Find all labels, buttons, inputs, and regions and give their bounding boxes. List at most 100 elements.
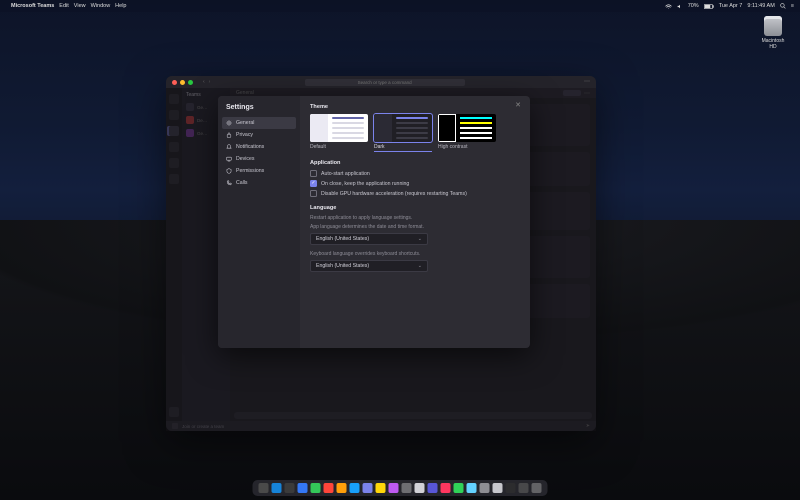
dock-app-7[interactable] xyxy=(350,483,360,493)
battery-percent: 70% xyxy=(688,3,699,9)
dock-app-5[interactable] xyxy=(324,483,334,493)
close-button[interactable]: ✕ xyxy=(514,102,522,110)
nav-label: Devices xyxy=(236,156,254,162)
menubar-date[interactable]: Tue Apr 7 xyxy=(719,3,743,9)
dock-app-16[interactable] xyxy=(467,483,477,493)
phone-icon xyxy=(226,180,232,186)
checkbox-icon: ✓ xyxy=(310,180,317,187)
dock-app-17[interactable] xyxy=(480,483,490,493)
theme-label: Dark xyxy=(374,144,432,152)
keep-running-checkbox[interactable]: ✓ On close, keep the application running xyxy=(310,180,520,187)
settings-nav-calls[interactable]: Calls xyxy=(222,177,296,189)
theme-label: High contrast xyxy=(438,144,496,150)
menubar-window[interactable]: Window xyxy=(91,3,111,9)
window-controls[interactable] xyxy=(172,80,193,85)
app-language-note: App language determines the date and tim… xyxy=(310,224,520,230)
settings-content: ✕ Theme Default Dark High contrast Appli… xyxy=(300,96,530,348)
dock-app-14[interactable] xyxy=(441,483,451,493)
menubar-view[interactable]: View xyxy=(74,3,86,9)
dock-app-1[interactable] xyxy=(272,483,282,493)
theme-picker: Default Dark High contrast xyxy=(310,114,520,152)
battery-icon[interactable] xyxy=(704,4,714,9)
nav-label: Permissions xyxy=(236,168,264,174)
dock-app-0[interactable] xyxy=(259,483,269,493)
volume-icon[interactable] xyxy=(677,4,683,9)
nav-forward-icon[interactable]: › xyxy=(209,79,211,85)
wifi-icon[interactable] xyxy=(665,4,672,9)
checkbox-label: Auto-start application xyxy=(321,171,370,177)
dock-app-11[interactable] xyxy=(402,483,412,493)
dock-app-9[interactable] xyxy=(376,483,386,493)
nav-back-icon[interactable]: ‹ xyxy=(203,79,205,85)
nav-label: General xyxy=(236,120,254,126)
shield-icon xyxy=(226,168,232,174)
device-icon xyxy=(226,156,232,162)
chevron-down-icon: ⌄ xyxy=(418,263,422,269)
theme-preview-dark xyxy=(374,114,432,142)
dock-app-6[interactable] xyxy=(337,483,347,493)
desktop-drive[interactable]: Macintosh HD xyxy=(758,16,788,50)
menubar-time[interactable]: 9:11:49 AM xyxy=(747,3,774,9)
nav-label: Calls xyxy=(236,180,248,186)
settings-nav-permissions[interactable]: Permissions xyxy=(222,165,296,177)
auto-start-checkbox[interactable]: Auto-start application xyxy=(310,170,520,177)
menubar-help[interactable]: Help xyxy=(115,3,126,9)
lock-icon xyxy=(226,132,232,138)
drive-icon xyxy=(764,16,782,36)
menubar-edit[interactable]: Edit xyxy=(59,3,68,9)
checkbox-icon xyxy=(310,190,317,197)
nav-label: Privacy xyxy=(236,132,253,138)
settings-nav-privacy[interactable]: Privacy xyxy=(222,129,296,141)
language-heading: Language xyxy=(310,205,520,211)
settings-nav-notifications[interactable]: Notifications xyxy=(222,141,296,153)
dock-app-12[interactable] xyxy=(415,483,425,493)
mac-menubar: Microsoft Teams Edit View Window Help 70… xyxy=(0,0,800,12)
checkbox-label: Disable GPU hardware acceleration (requi… xyxy=(321,191,467,197)
dock-app-18[interactable] xyxy=(493,483,503,493)
dock xyxy=(253,480,548,496)
menubar-app-name[interactable]: Microsoft Teams xyxy=(11,3,54,9)
dock-app-4[interactable] xyxy=(311,483,321,493)
checkbox-label: On close, keep the application running xyxy=(321,181,409,187)
settings-title: Settings xyxy=(226,104,292,111)
dock-app-8[interactable] xyxy=(363,483,373,493)
theme-preview-default xyxy=(310,114,368,142)
keyboard-language-dropdown[interactable]: English (United States) ⌄ xyxy=(310,260,428,272)
desktop: Microsoft Teams Edit View Window Help 70… xyxy=(0,0,800,500)
keyboard-language-note: Keyboard language overrides keyboard sho… xyxy=(310,251,520,257)
theme-preview-hc xyxy=(438,114,496,142)
theme-option-high-contrast[interactable]: High contrast xyxy=(438,114,496,152)
gear-icon xyxy=(226,120,232,126)
dock-app-3[interactable] xyxy=(298,483,308,493)
bell-icon xyxy=(226,144,232,150)
theme-heading: Theme xyxy=(310,104,520,110)
settings-nav-general[interactable]: General xyxy=(222,117,296,129)
command-search[interactable]: Search or type a command xyxy=(305,79,465,86)
application-heading: Application xyxy=(310,160,520,166)
drive-label: Macintosh HD xyxy=(758,38,788,50)
search-icon[interactable] xyxy=(780,3,786,9)
dock-app-15[interactable] xyxy=(454,483,464,493)
dock-app-19[interactable] xyxy=(506,483,516,493)
titlebar: ‹ › Search or type a command ⋯ xyxy=(166,76,596,88)
dock-app-21[interactable] xyxy=(532,483,542,493)
settings-dialog: Settings General Privacy Notifications D… xyxy=(218,96,530,348)
dock-app-13[interactable] xyxy=(428,483,438,493)
theme-option-default[interactable]: Default xyxy=(310,114,368,152)
nav-label: Notifications xyxy=(236,144,264,150)
settings-sidebar: Settings General Privacy Notifications D… xyxy=(218,96,300,348)
app-language-dropdown[interactable]: English (United States) ⌄ xyxy=(310,233,428,245)
chevron-down-icon: ⌄ xyxy=(418,236,422,242)
settings-nav-devices[interactable]: Devices xyxy=(222,153,296,165)
theme-label: Default xyxy=(310,144,368,150)
dock-app-2[interactable] xyxy=(285,483,295,493)
theme-option-dark[interactable]: Dark xyxy=(374,114,432,152)
app-menu-icon[interactable]: ⋯ xyxy=(584,79,590,85)
dock-app-20[interactable] xyxy=(519,483,529,493)
control-center-icon[interactable]: ≡ xyxy=(791,3,794,9)
dropdown-value: English (United States) xyxy=(316,236,369,242)
disable-gpu-checkbox[interactable]: Disable GPU hardware acceleration (requi… xyxy=(310,190,520,197)
checkbox-icon xyxy=(310,170,317,177)
dropdown-value: English (United States) xyxy=(316,263,369,269)
dock-app-10[interactable] xyxy=(389,483,399,493)
